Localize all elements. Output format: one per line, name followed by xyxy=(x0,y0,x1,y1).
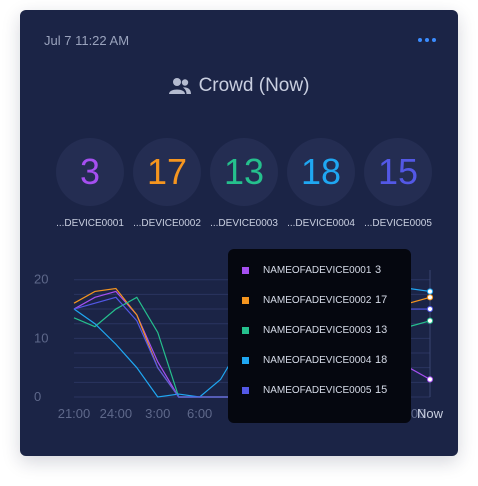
timestamp: Jul 7 11:22 AM xyxy=(44,33,130,48)
x-tick-label: 21:00 xyxy=(58,406,91,421)
series-swatch xyxy=(242,266,249,274)
device-count-value: 13 xyxy=(210,138,278,206)
card-title: Crowd (Now) xyxy=(198,75,310,96)
series-end-point xyxy=(426,317,434,324)
device-count-value: 17 xyxy=(133,138,201,206)
x-tick-label: Now xyxy=(417,406,444,421)
users-icon xyxy=(168,78,191,94)
tooltip-series-name: NAMEOFADEVICE0003 xyxy=(263,324,372,336)
tooltip-series-name: NAMEOFADEVICE0002 xyxy=(263,294,372,306)
device-count-2: 17 ...DEVICE0002 xyxy=(127,138,207,229)
tooltip-series-name: NAMEOFADEVICE0001 xyxy=(263,264,372,276)
tooltip-row: NAMEOFADEVICE0005 15 xyxy=(242,383,401,397)
more-options-icon[interactable] xyxy=(418,36,438,44)
tooltip-series-value: 15 xyxy=(375,384,388,396)
chart-tooltip: NAMEOFADEVICE0001 3 NAMEOFADEVICE0002 17 NAM… xyxy=(228,249,411,423)
crowd-card: Jul 7 11:22 AM Crowd (Now) 3 ...DEVICE000… xyxy=(20,10,458,456)
series-swatch xyxy=(242,296,249,304)
tooltip-series-name: NAMEOFADEVICE0005 xyxy=(263,384,372,396)
x-tick-label: 6:00 xyxy=(187,406,212,421)
device-count-label: ...DEVICE0004 xyxy=(287,218,355,229)
y-tick-label: 20 xyxy=(34,272,48,287)
device-count-label: ...DEVICE0003 xyxy=(210,218,278,229)
device-count-value: 3 xyxy=(56,138,124,206)
device-count-5: 15 ...DEVICE0005 xyxy=(358,138,438,229)
series-swatch xyxy=(242,356,249,364)
tooltip-row: NAMEOFADEVICE0004 18 xyxy=(242,353,401,367)
x-tick-label: 24:00 xyxy=(100,406,133,421)
series-end-point xyxy=(426,376,434,383)
series-swatch xyxy=(242,326,249,334)
tooltip-row: NAMEOFADEVICE0002 17 xyxy=(242,293,401,307)
series-end-point xyxy=(426,305,434,313)
y-tick-label: 0 xyxy=(34,389,41,404)
tooltip-series-value: 3 xyxy=(375,264,382,276)
x-tick-label: 3:00 xyxy=(145,406,170,421)
tooltip-series-value: 17 xyxy=(375,294,388,306)
series-end-point xyxy=(426,288,434,295)
y-tick-label: 10 xyxy=(34,330,48,345)
device-count-4: 18 ...DEVICE0004 xyxy=(281,138,361,229)
device-count-3: 13 ...DEVICE0003 xyxy=(204,138,284,229)
device-count-1: 3 ...DEVICE0001 xyxy=(50,138,130,229)
device-count-value: 15 xyxy=(364,138,432,206)
tooltip-row: NAMEOFADEVICE0001 3 xyxy=(242,263,401,277)
device-count-label: ...DEVICE0001 xyxy=(56,218,124,229)
device-count-label: ...DEVICE0005 xyxy=(364,218,432,229)
device-count-value: 18 xyxy=(287,138,355,206)
tooltip-series-value: 13 xyxy=(375,324,388,336)
series-end-point xyxy=(426,294,434,301)
device-counts: 3 ...DEVICE0001 17 ...DEVICE0002 13 ...DEVICE… xyxy=(50,138,432,238)
tooltip-row: NAMEOFADEVICE0003 13 xyxy=(242,323,401,337)
card-title-row: Crowd (Now) xyxy=(20,73,458,99)
tooltip-series-value: 18 xyxy=(375,354,388,366)
series-swatch xyxy=(242,386,249,394)
device-count-label: ...DEVICE0002 xyxy=(133,218,201,229)
tooltip-series-name: NAMEOFADEVICE0004 xyxy=(263,354,372,366)
